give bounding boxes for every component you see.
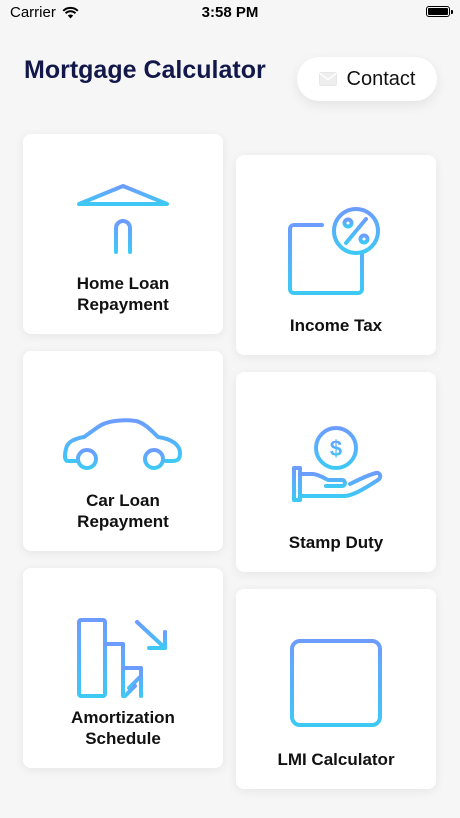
card-lmi-calculator[interactable]: LMI Calculator: [236, 589, 436, 789]
card-car-loan-repayment[interactable]: Car Loan Repayment: [23, 351, 223, 551]
svg-text:$: $: [330, 436, 342, 461]
mail-icon: [318, 72, 337, 86]
car-icon: [62, 418, 182, 470]
card-amortization-schedule[interactable]: Amortization Schedule: [23, 568, 223, 768]
contact-label: Contact: [346, 67, 416, 90]
card-stamp-duty[interactable]: $ Stamp Duty: [236, 372, 436, 572]
card-label: Stamp Duty: [288, 533, 384, 552]
card-income-tax[interactable]: Income Tax: [236, 155, 436, 355]
battery-icon: [426, 6, 453, 17]
card-label: Income Tax: [289, 316, 383, 335]
bank-icon: [77, 184, 169, 260]
calculator-icon: [290, 639, 382, 727]
card-label: Amortization Schedule: [71, 708, 175, 748]
card-label: Car Loan Repayment: [77, 491, 169, 531]
status-time: 3:58 PM: [201, 4, 259, 21]
page-title: Mortgage Calculator: [24, 56, 266, 84]
amortization-icon: [77, 618, 171, 698]
card-label: Home Loan Repayment: [76, 274, 170, 314]
card-home-loan-repayment[interactable]: Home Loan Repayment: [23, 134, 223, 334]
contact-button[interactable]: Contact: [297, 57, 437, 101]
card-label: LMI Calculator: [277, 750, 395, 769]
status-bar: Carrier 3:58 PM: [0, 0, 460, 26]
stamp-duty-icon: $: [292, 426, 383, 502]
income-tax-icon: [288, 207, 380, 295]
